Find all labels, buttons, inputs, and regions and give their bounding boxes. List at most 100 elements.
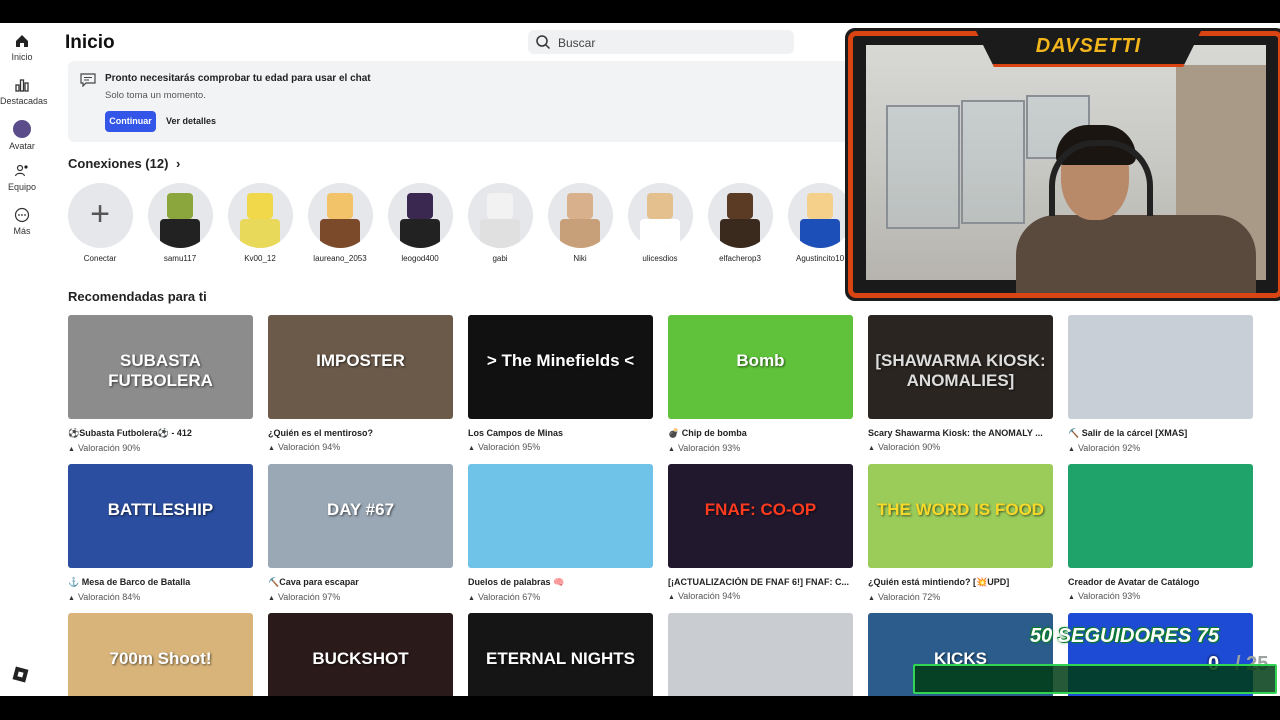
game-thumbnail: BATTLESHIP [68, 464, 253, 568]
thumbnail-caption: BUCKSHOT [312, 649, 409, 668]
game-rating: Valoración 94% [668, 591, 853, 601]
game-card[interactable]: 700m Shoot! [68, 613, 253, 696]
sidebar-item-label: Destacadas [0, 96, 48, 106]
connection-item[interactable]: leogod400 [382, 183, 458, 263]
sidebar-item-equipo[interactable]: Equipo [0, 163, 44, 192]
thumbnail-caption: Bomb [736, 351, 785, 370]
connections-heading[interactable]: Conexiones (12) › [68, 156, 180, 171]
sidebar-item-destacadas[interactable]: Destacadas [0, 77, 48, 106]
game-card[interactable]: Bomb 💣 Chip de bomba Valoración 93% [668, 315, 853, 453]
game-thumbnail [468, 464, 653, 568]
game-card[interactable]: Duelos de palabras 🧠 Valoración 67% [468, 464, 653, 602]
game-card[interactable]: ETERNAL NIGHTS [468, 613, 653, 696]
game-rating: Valoración 95% [468, 442, 653, 452]
game-thumbnail: BUCKSHOT [268, 613, 453, 696]
connection-item[interactable]: elfacherop3 [702, 183, 778, 263]
avatar-body [160, 219, 200, 248]
avatar [307, 183, 373, 248]
game-rating: Valoración 94% [268, 442, 453, 452]
thumbnail-caption: 700m Shoot! [109, 649, 212, 668]
game-card[interactable]: Creador de Avatar de Catálogo Valoración … [1068, 464, 1253, 601]
connection-item[interactable]: Niki [542, 183, 618, 263]
game-card[interactable]: > The Minefields < Los Campos de Minas Val… [468, 315, 653, 452]
sidebar-item-label: Equipo [7, 182, 37, 192]
connection-item[interactable]: samu117 [142, 183, 218, 263]
connection-name: Kv00_12 [244, 254, 276, 263]
connection-name: Niki [573, 254, 587, 263]
streamer-name: DAVSETTI [1035, 35, 1142, 57]
game-card[interactable]: DAY #67 ⛏️Cava para escapar Valoración 97% [268, 464, 453, 602]
thumbnail-caption: SUBASTA FUTBOLERA [108, 351, 213, 390]
game-thumbnail: IMPOSTER [268, 315, 453, 419]
avatar-head [727, 193, 753, 219]
game-rating: Valoración 97% [268, 592, 453, 602]
connection-name: samu117 [163, 254, 197, 263]
game-thumbnail: THE WORD IS FOOD [868, 464, 1053, 568]
home-icon [16, 35, 28, 47]
thumbnail-caption: [SHAWARMA KIOSK: ANOMALIES] [875, 351, 1046, 390]
avatar-icon [13, 120, 31, 138]
sidebar: Inicio Destacadas Avatar Equipo Más [0, 23, 48, 696]
webcam-frame [848, 31, 1280, 298]
game-rating: Valoración 90% [68, 443, 253, 453]
avatar-body [800, 219, 840, 248]
continue-button[interactable]: Continuar [105, 111, 156, 132]
roblox-logo-icon[interactable] [12, 666, 29, 683]
avatar [387, 183, 453, 248]
sidebar-item-label: Avatar [9, 141, 35, 151]
game-title: ¿Quién está mintiendo? [💥UPD] [868, 577, 1010, 587]
game-title: Creador de Avatar de Catálogo [1068, 577, 1200, 587]
connection-name: elfacherop3 [719, 254, 761, 263]
avatar [707, 183, 773, 248]
thumbnail-caption: DAY #67 [326, 500, 395, 519]
game-card[interactable]: IMPOSTER ¿Quién es el mentiroso? Valoració… [268, 315, 453, 452]
game-title: ⚓ Mesa de Barco de Batalla [68, 577, 191, 587]
age-check-notice: Pronto necesitarás comprobar tu edad par… [68, 61, 858, 142]
game-title: 💣 Chip de bomba [668, 428, 747, 438]
sidebar-item-label: Inicio [11, 52, 33, 62]
connection-item[interactable]: Kv00_12 [222, 183, 298, 263]
connection-item[interactable]: gabi [462, 183, 538, 263]
search-bar[interactable] [528, 30, 794, 54]
sidebar-item-inicio[interactable]: Inicio [0, 33, 44, 62]
roblox-home-screen: Inicio Destacadas Avatar Equipo Más Inic… [0, 23, 1280, 696]
avatar-body [400, 219, 440, 248]
connect-button[interactable]: + Conectar [67, 183, 138, 263]
game-rating: Valoración 93% [1068, 591, 1253, 601]
game-title: ⚽Subasta Futbolera⚽ - 412 [68, 428, 192, 438]
follower-goal-widget: 50 SEGUIDORES 75 0 / 25 [913, 620, 1278, 694]
notice-title: Pronto necesitarás comprobar tu edad par… [105, 73, 371, 84]
more-icon [14, 207, 30, 223]
game-card[interactable]: BUCKSHOT [268, 613, 453, 696]
thumbnail-caption: > The Minefields < [486, 351, 635, 370]
game-thumbnail [1068, 315, 1253, 419]
avatar-body [640, 219, 680, 248]
game-thumbnail: ETERNAL NIGHTS [468, 613, 653, 696]
avatar-body [320, 219, 360, 248]
game-card[interactable]: BATTLESHIP ⚓ Mesa de Barco de Batalla Valo… [68, 464, 253, 602]
connection-item[interactable]: laureano_2053 [302, 183, 378, 263]
connection-item[interactable]: Agustincito10 [782, 183, 847, 263]
add-connection-icon: + [67, 183, 133, 248]
game-card[interactable]: THE WORD IS FOOD ¿Quién está mintiendo? [… [868, 464, 1053, 602]
sidebar-item-mas[interactable]: Más [0, 207, 44, 236]
game-thumbnail: SUBASTA FUTBOLERA [68, 315, 253, 419]
connection-item[interactable]: ulicesdios [622, 183, 698, 263]
webcam-overlay: DAVSETTI [845, 28, 1280, 301]
follower-goal-label: 50 SEGUIDORES 75 [1030, 625, 1219, 647]
sidebar-item-label: Más [13, 226, 31, 236]
game-rating: Valoración 84% [68, 592, 253, 602]
avatar-body [720, 219, 760, 248]
sidebar-item-avatar[interactable]: Avatar [0, 120, 44, 151]
game-card[interactable]: [SHAWARMA KIOSK: ANOMALIES] Scary Shawarm… [868, 315, 1053, 452]
streamer-name-banner: DAVSETTI [976, 31, 1201, 67]
search-input[interactable] [556, 33, 780, 53]
game-card[interactable]: SUBASTA FUTBOLERA ⚽Subasta Futbolera⚽ - 4… [68, 315, 253, 453]
details-button[interactable]: Ver detalles [166, 111, 216, 132]
game-card[interactable]: ⛏️ Salir de la cárcel [XMAS] Valoración 9… [1068, 315, 1253, 453]
game-card[interactable] [668, 613, 853, 696]
thumbnail-caption: THE WORD IS FOOD [876, 500, 1045, 519]
game-thumbnail: FNAF: CO-OP [668, 464, 853, 568]
game-thumbnail: Bomb [668, 315, 853, 419]
game-card[interactable]: FNAF: CO-OP [¡ACTUALIZACIÓN DE FNAF 6!] F… [668, 464, 853, 601]
